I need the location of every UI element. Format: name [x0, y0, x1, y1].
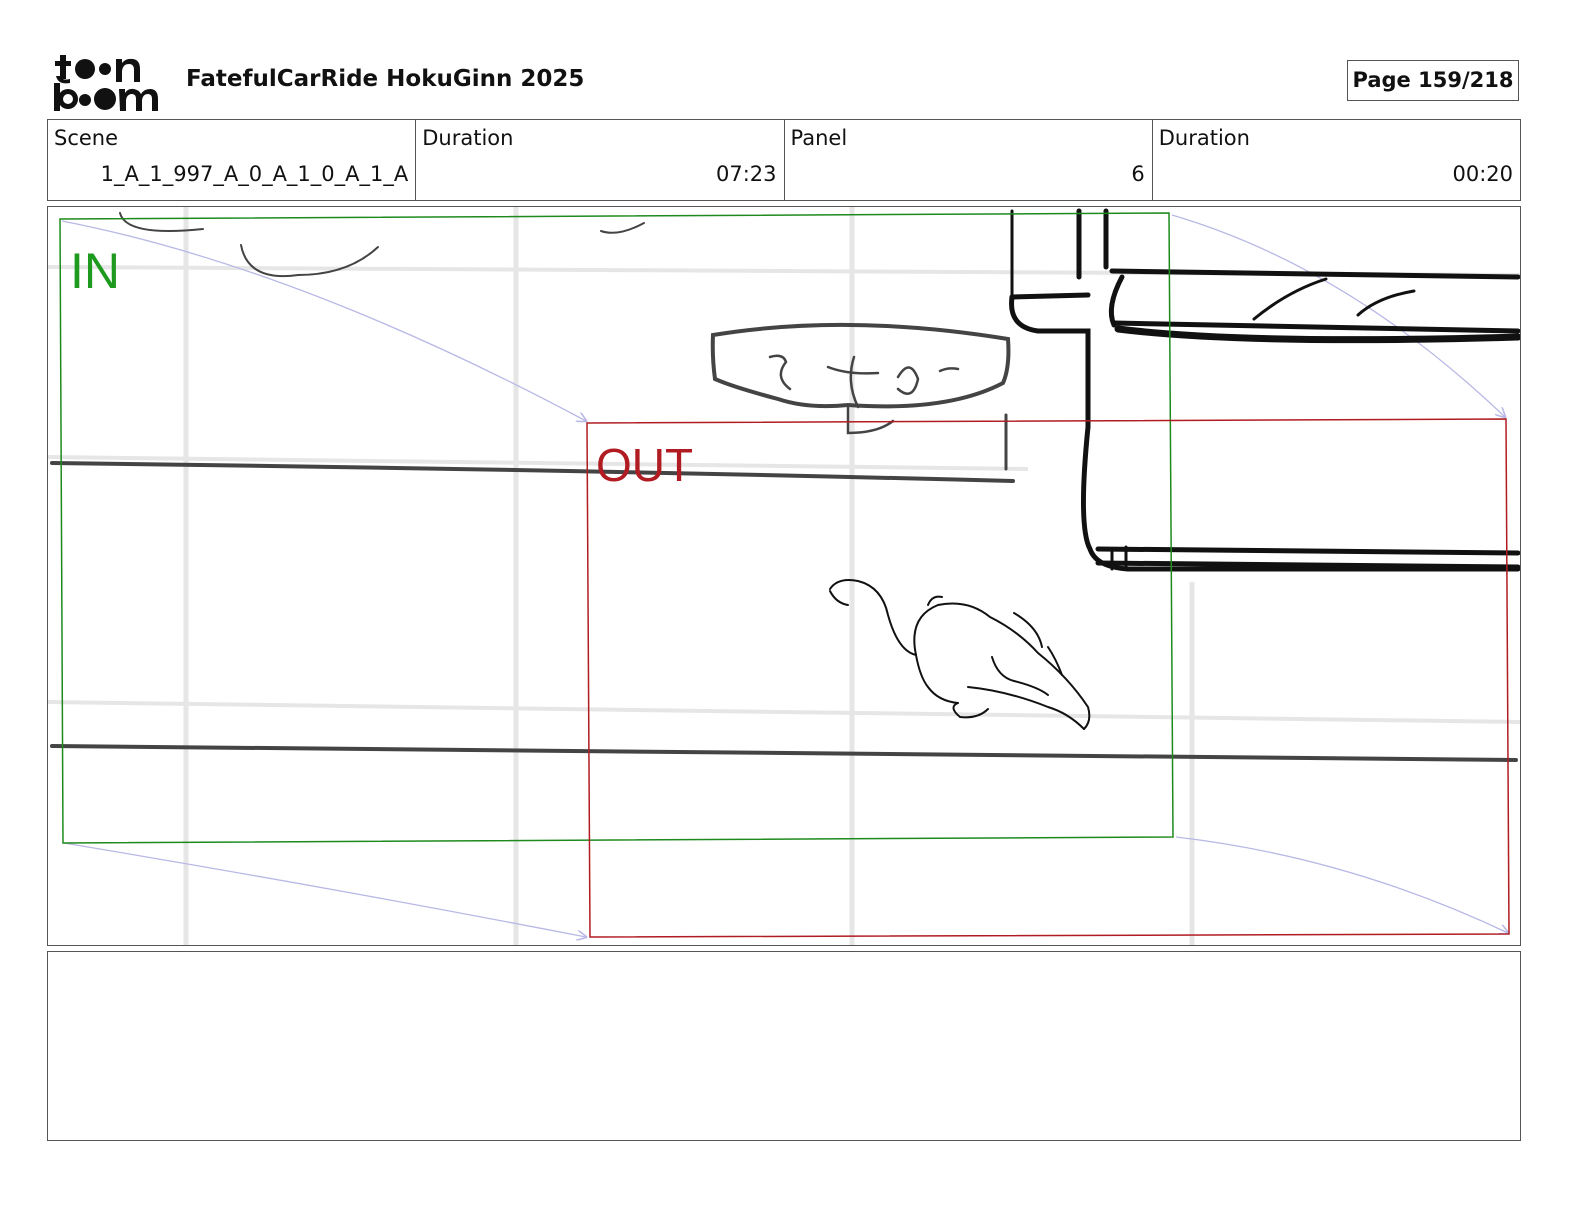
background-sketch: [50, 212, 1518, 762]
page-indicator: Page 159/218: [1347, 60, 1519, 101]
building-sketch: [1009, 208, 1520, 572]
project-title: FatefulCarRide HokuGinn 2025: [186, 66, 585, 92]
storyboard-info-table: Scene 1_A_1_997_A_0_A_1_0_A_1_A Duration…: [47, 119, 1521, 201]
panel-duration-cell: Duration 00:20: [1151, 120, 1520, 200]
out-frame: OUT: [586, 418, 1510, 938]
toon-boom-logo: [54, 55, 158, 111]
scene-cell: Scene 1_A_1_997_A_0_A_1_0_A_1_A: [48, 120, 415, 200]
out-label: OUT: [596, 439, 693, 491]
scene-duration-cell: Duration 07:23: [415, 120, 783, 200]
panel-label: Panel: [790, 126, 848, 150]
scene-duration-value: 07:23: [715, 162, 777, 186]
notes-box: [47, 951, 1521, 1141]
creature-sketch: [829, 579, 1091, 730]
scene-duration-label: Duration: [422, 126, 514, 150]
in-label: IN: [70, 243, 120, 299]
panel-duration-value: 00:20: [1452, 162, 1513, 186]
scene-label: Scene: [54, 126, 119, 150]
panel-drawing: IN OUT: [48, 207, 1520, 945]
panel-value: 6: [1131, 162, 1145, 186]
panel-cell: Panel 6: [783, 120, 1152, 200]
scene-value: 1_A_1_997_A_0_A_1_0_A_1_A: [100, 162, 409, 186]
camera-move-arrows: [61, 214, 1508, 937]
background-grid: [48, 207, 1520, 945]
panel-duration-label: Duration: [1158, 126, 1250, 150]
storyboard-panel: IN OUT: [47, 206, 1521, 946]
